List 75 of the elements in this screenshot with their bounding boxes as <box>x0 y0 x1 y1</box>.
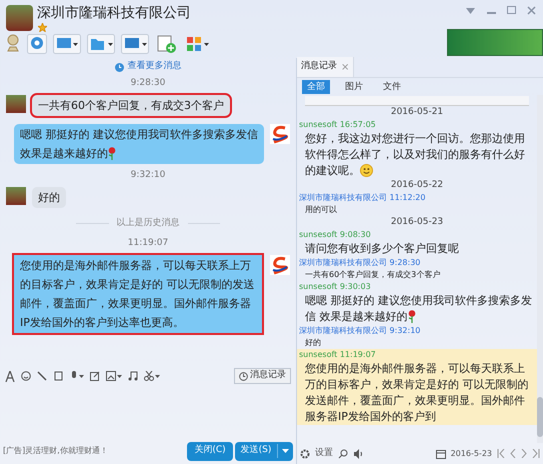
message-text: 一共有60个客户回复，有成交3个客户 <box>304 269 442 281</box>
sender-name: sunsesoft 11:19:07 <box>299 349 377 361</box>
clock-icon <box>114 62 124 72</box>
message-text: 您好，我这边对您进行一个回访。您那边使用软件得怎么样了，以及对我们的服务有什么好的建议呢。 <box>304 131 526 179</box>
message-bubble: 您使用的是海外邮件服务器，可以每天联系上万的目标客户，效果肯定是好的 可以无限制的发送邮件，覆盖面广，效果更明显。国外邮件服务器IP发给国外的客户到达率也更高。 <box>14 254 262 332</box>
logo-avatar-icon[interactable] <box>270 254 290 274</box>
ad-text[interactable]: [广告]灵活理财,你就理财通！ <box>3 445 185 457</box>
camera-icon[interactable] <box>27 34 47 54</box>
message-bubble: 嗯嗯 那挺好的 建议您使用我司软件多搜索多发信效果是越来越好的 <box>14 124 264 164</box>
calendar-icon[interactable] <box>436 448 446 458</box>
close-button[interactable]: 关闭(C) <box>187 442 233 460</box>
message-bubble: 一共有60个客户回复，有成交3个客户 <box>32 95 230 116</box>
folder-icon[interactable] <box>87 34 115 54</box>
next-icon[interactable] <box>521 449 527 458</box>
screenshot-frame-icon[interactable] <box>53 371 64 381</box>
message-text: 请问您有收到多少个客户回复呢 <box>304 241 460 257</box>
caret-icon[interactable] <box>282 449 289 453</box>
scissors-icon[interactable] <box>144 371 160 381</box>
music-note-icon[interactable] <box>128 371 138 381</box>
sender-name: sunsesoft 9:30:03 <box>299 281 372 293</box>
date-heading: 2016-05-22 <box>390 179 444 192</box>
message-text: 嗯嗯 那挺好的 建议您使用我司软件多搜索多发信 效果是越来越好的 <box>304 293 533 325</box>
settings-icon[interactable] <box>300 448 310 458</box>
history-tab[interactable]: 消息记录 × <box>297 57 354 77</box>
font-icon[interactable] <box>5 370 15 382</box>
date-label[interactable]: 2016-5-23 <box>450 448 492 460</box>
add-note-icon[interactable] <box>155 34 177 54</box>
microphone-icon[interactable] <box>70 371 84 381</box>
history-divider-text: 以上是历史消息 <box>116 217 180 230</box>
smiley-icon[interactable] <box>21 371 31 381</box>
message-text: 用的可以 <box>304 204 338 216</box>
avatar-photo[interactable] <box>6 95 26 113</box>
send-label[interactable]: 发送(S) <box>235 444 278 458</box>
filter-tab[interactable]: 全部 <box>302 80 330 94</box>
close-icon[interactable] <box>527 6 536 15</box>
sender-name: 深圳市隆瑞科技有限公司 11:12:20 <box>299 192 426 204</box>
view-more-link[interactable]: 查看更多消息 <box>128 60 182 74</box>
clock-icon <box>239 372 248 380</box>
speaker-icon[interactable] <box>353 448 363 458</box>
rose-icon <box>108 147 116 160</box>
sender-name: sunsesoft 16:57:05 <box>299 119 377 131</box>
sender-name: 深圳市隆瑞科技有限公司 9:32:10 <box>299 325 422 337</box>
filter-tab[interactable]: 文件 <box>378 80 406 94</box>
window-title: 深圳市隆瑞科技有限公司 <box>37 4 191 23</box>
date-heading: 2016-05-23 <box>390 216 444 229</box>
sender-name: 深圳市隆瑞科技有限公司 9:28:30 <box>299 257 422 269</box>
screen-share-icon[interactable] <box>53 34 81 54</box>
rose-icon <box>408 310 416 324</box>
message-text: 好的 <box>304 337 322 349</box>
image-icon[interactable] <box>106 371 122 381</box>
timestamp: 9:28:30 <box>130 77 166 90</box>
message-bubble: 好的 <box>32 187 66 208</box>
message-history-button[interactable]: 消息记录 <box>234 368 291 384</box>
scrollbar[interactable] <box>537 95 543 443</box>
previous-icon[interactable] <box>510 449 516 458</box>
timestamp: 11:19:07 <box>126 236 170 250</box>
avatar-photo[interactable] <box>6 5 33 31</box>
dropdown-icon[interactable] <box>466 8 475 14</box>
history-tab-label[interactable]: 消息记录 <box>301 60 337 74</box>
filter-tab[interactable]: 图片 <box>340 80 368 94</box>
maximize-icon[interactable] <box>507 6 516 14</box>
date-heading: 2016-05-21 <box>390 106 444 119</box>
timestamp: 9:32:10 <box>130 169 166 182</box>
sender-name: sunsesoft 9:08:30 <box>299 229 372 241</box>
edit-icon[interactable] <box>90 371 100 381</box>
remote-desktop-icon[interactable] <box>121 34 149 54</box>
ad-banner[interactable] <box>447 29 543 56</box>
logo-avatar-icon[interactable] <box>270 124 290 144</box>
first-page-icon[interactable] <box>497 449 505 458</box>
search-icon[interactable] <box>338 448 348 458</box>
last-page-icon[interactable] <box>532 449 540 458</box>
settings-label[interactable]: 设置 <box>315 446 333 460</box>
smiley-icon <box>360 164 373 178</box>
send-button[interactable]: 发送(S) <box>235 442 293 460</box>
avatar-photo[interactable] <box>6 187 26 205</box>
